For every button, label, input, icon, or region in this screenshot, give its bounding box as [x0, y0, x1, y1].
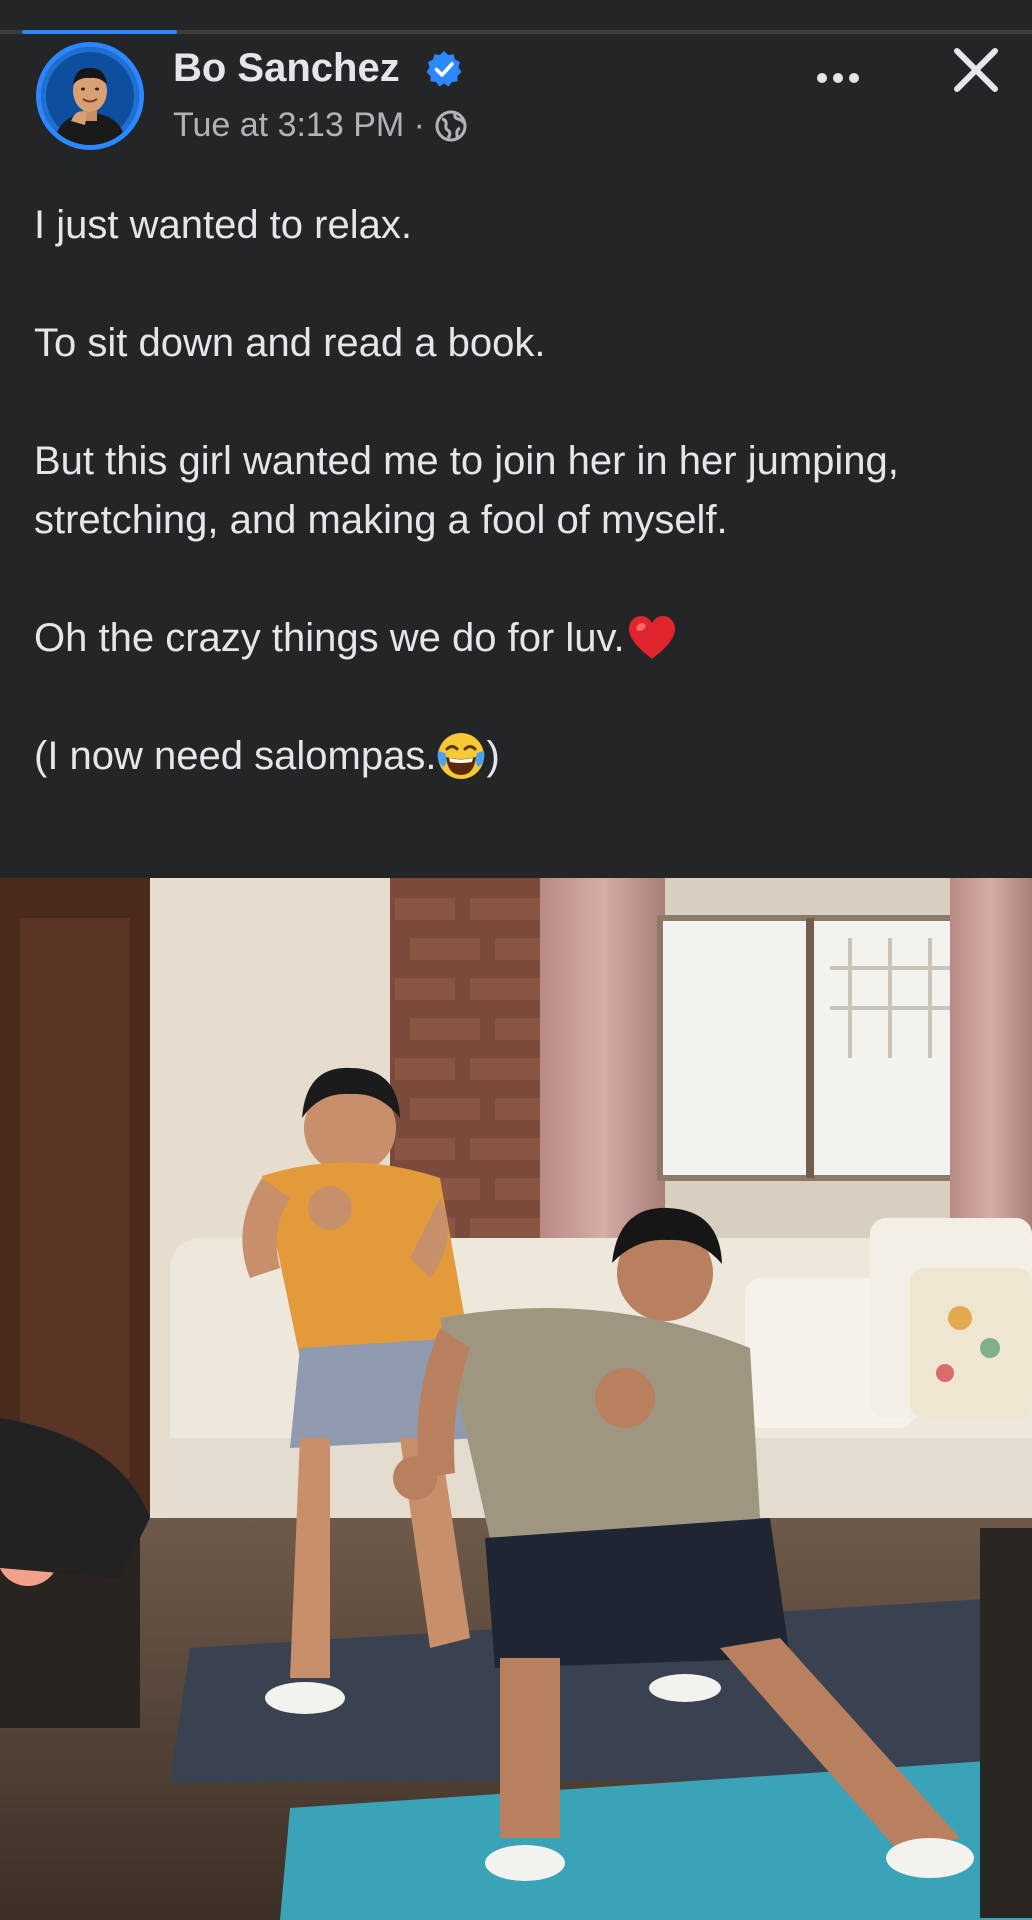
post-text-fragment: Oh the crazy things we do for luv. [34, 616, 625, 660]
post-header: Bo Sanchez Tue at 3:13 PM · [0, 36, 1032, 164]
post-timestamp[interactable]: Tue at 3:13 PM · [173, 106, 425, 145]
post-text-fragment: ) [486, 734, 500, 778]
close-icon [954, 48, 998, 92]
post-text-line: I just wanted to relax. [34, 203, 412, 247]
globe-icon [435, 110, 467, 141]
post-text: I just wanted to relax. To sit down and … [34, 196, 994, 786]
close-button[interactable] [946, 40, 1006, 100]
post-photo[interactable] [0, 878, 1032, 1920]
post-text-fragment: (I now need salompas. [34, 734, 437, 778]
post-photo-image [0, 878, 1032, 1920]
story-progress-fill [22, 30, 177, 34]
post-text-line: But this girl wanted me to join her in h… [34, 439, 899, 542]
author-name[interactable]: Bo Sanchez [173, 46, 400, 91]
more-options-icon [817, 73, 859, 83]
more-options-button[interactable] [808, 56, 868, 100]
verified-badge-icon [426, 51, 462, 87]
red-heart-emoji-icon [628, 616, 675, 659]
story-progress-track [0, 30, 1032, 34]
post-meta: Tue at 3:13 PM · [173, 106, 469, 145]
face-with-tears-of-joy-emoji-icon [438, 733, 485, 779]
avatar[interactable] [36, 42, 144, 150]
post-text-line: Oh the crazy things we do for luv. [34, 609, 994, 668]
post-text-line: To sit down and read a book. [34, 321, 546, 365]
post-text-line: (I now need salompas. ) [34, 727, 994, 786]
